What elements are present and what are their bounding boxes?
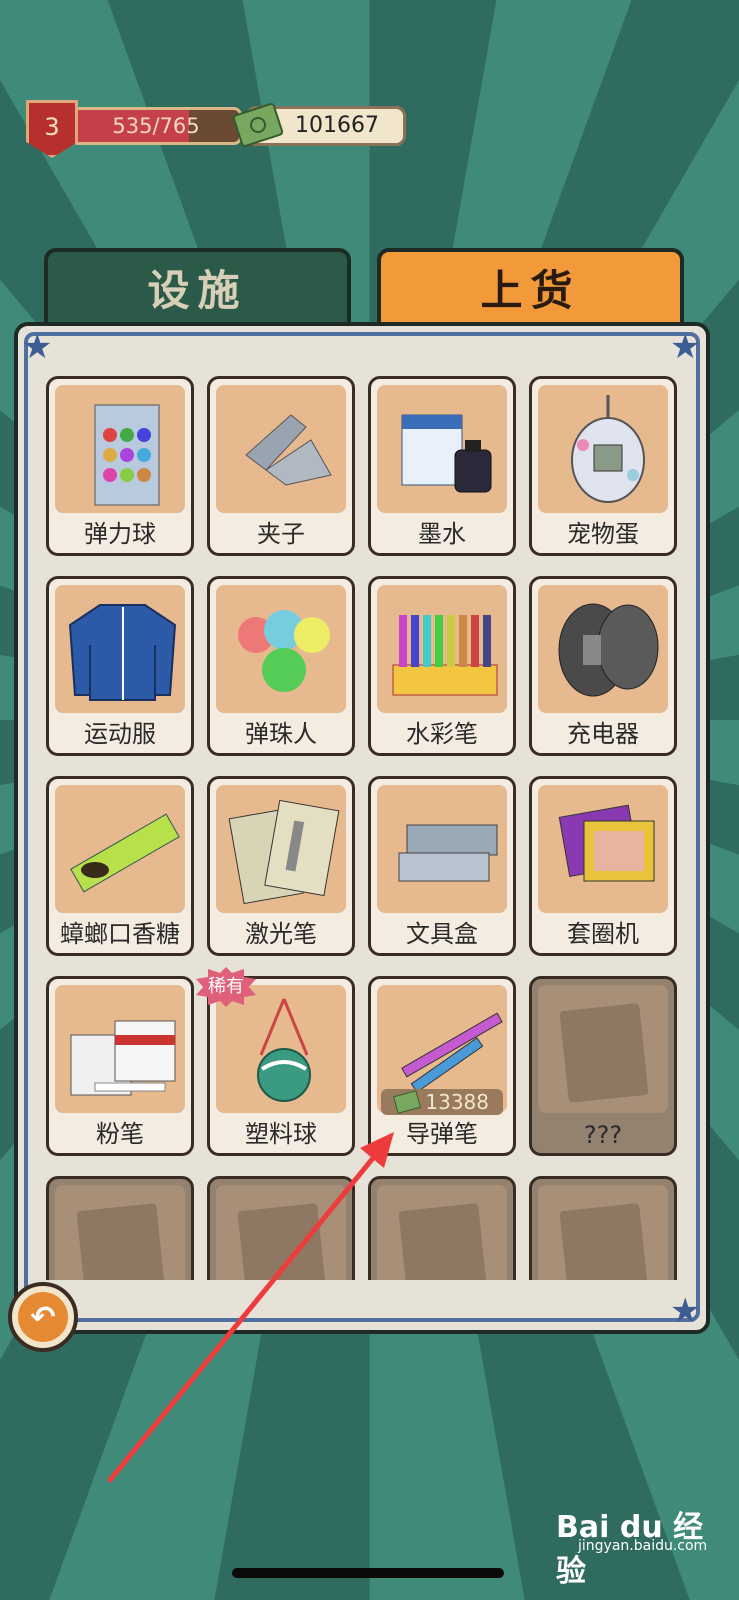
annotation-arrow (107, 1132, 394, 1483)
home-indicator[interactable] (232, 1568, 504, 1578)
watermark: Bai du 经验 jingyan.baidu.com (556, 1502, 726, 1589)
watermark-domain: jingyan.baidu.com (578, 1538, 708, 1554)
